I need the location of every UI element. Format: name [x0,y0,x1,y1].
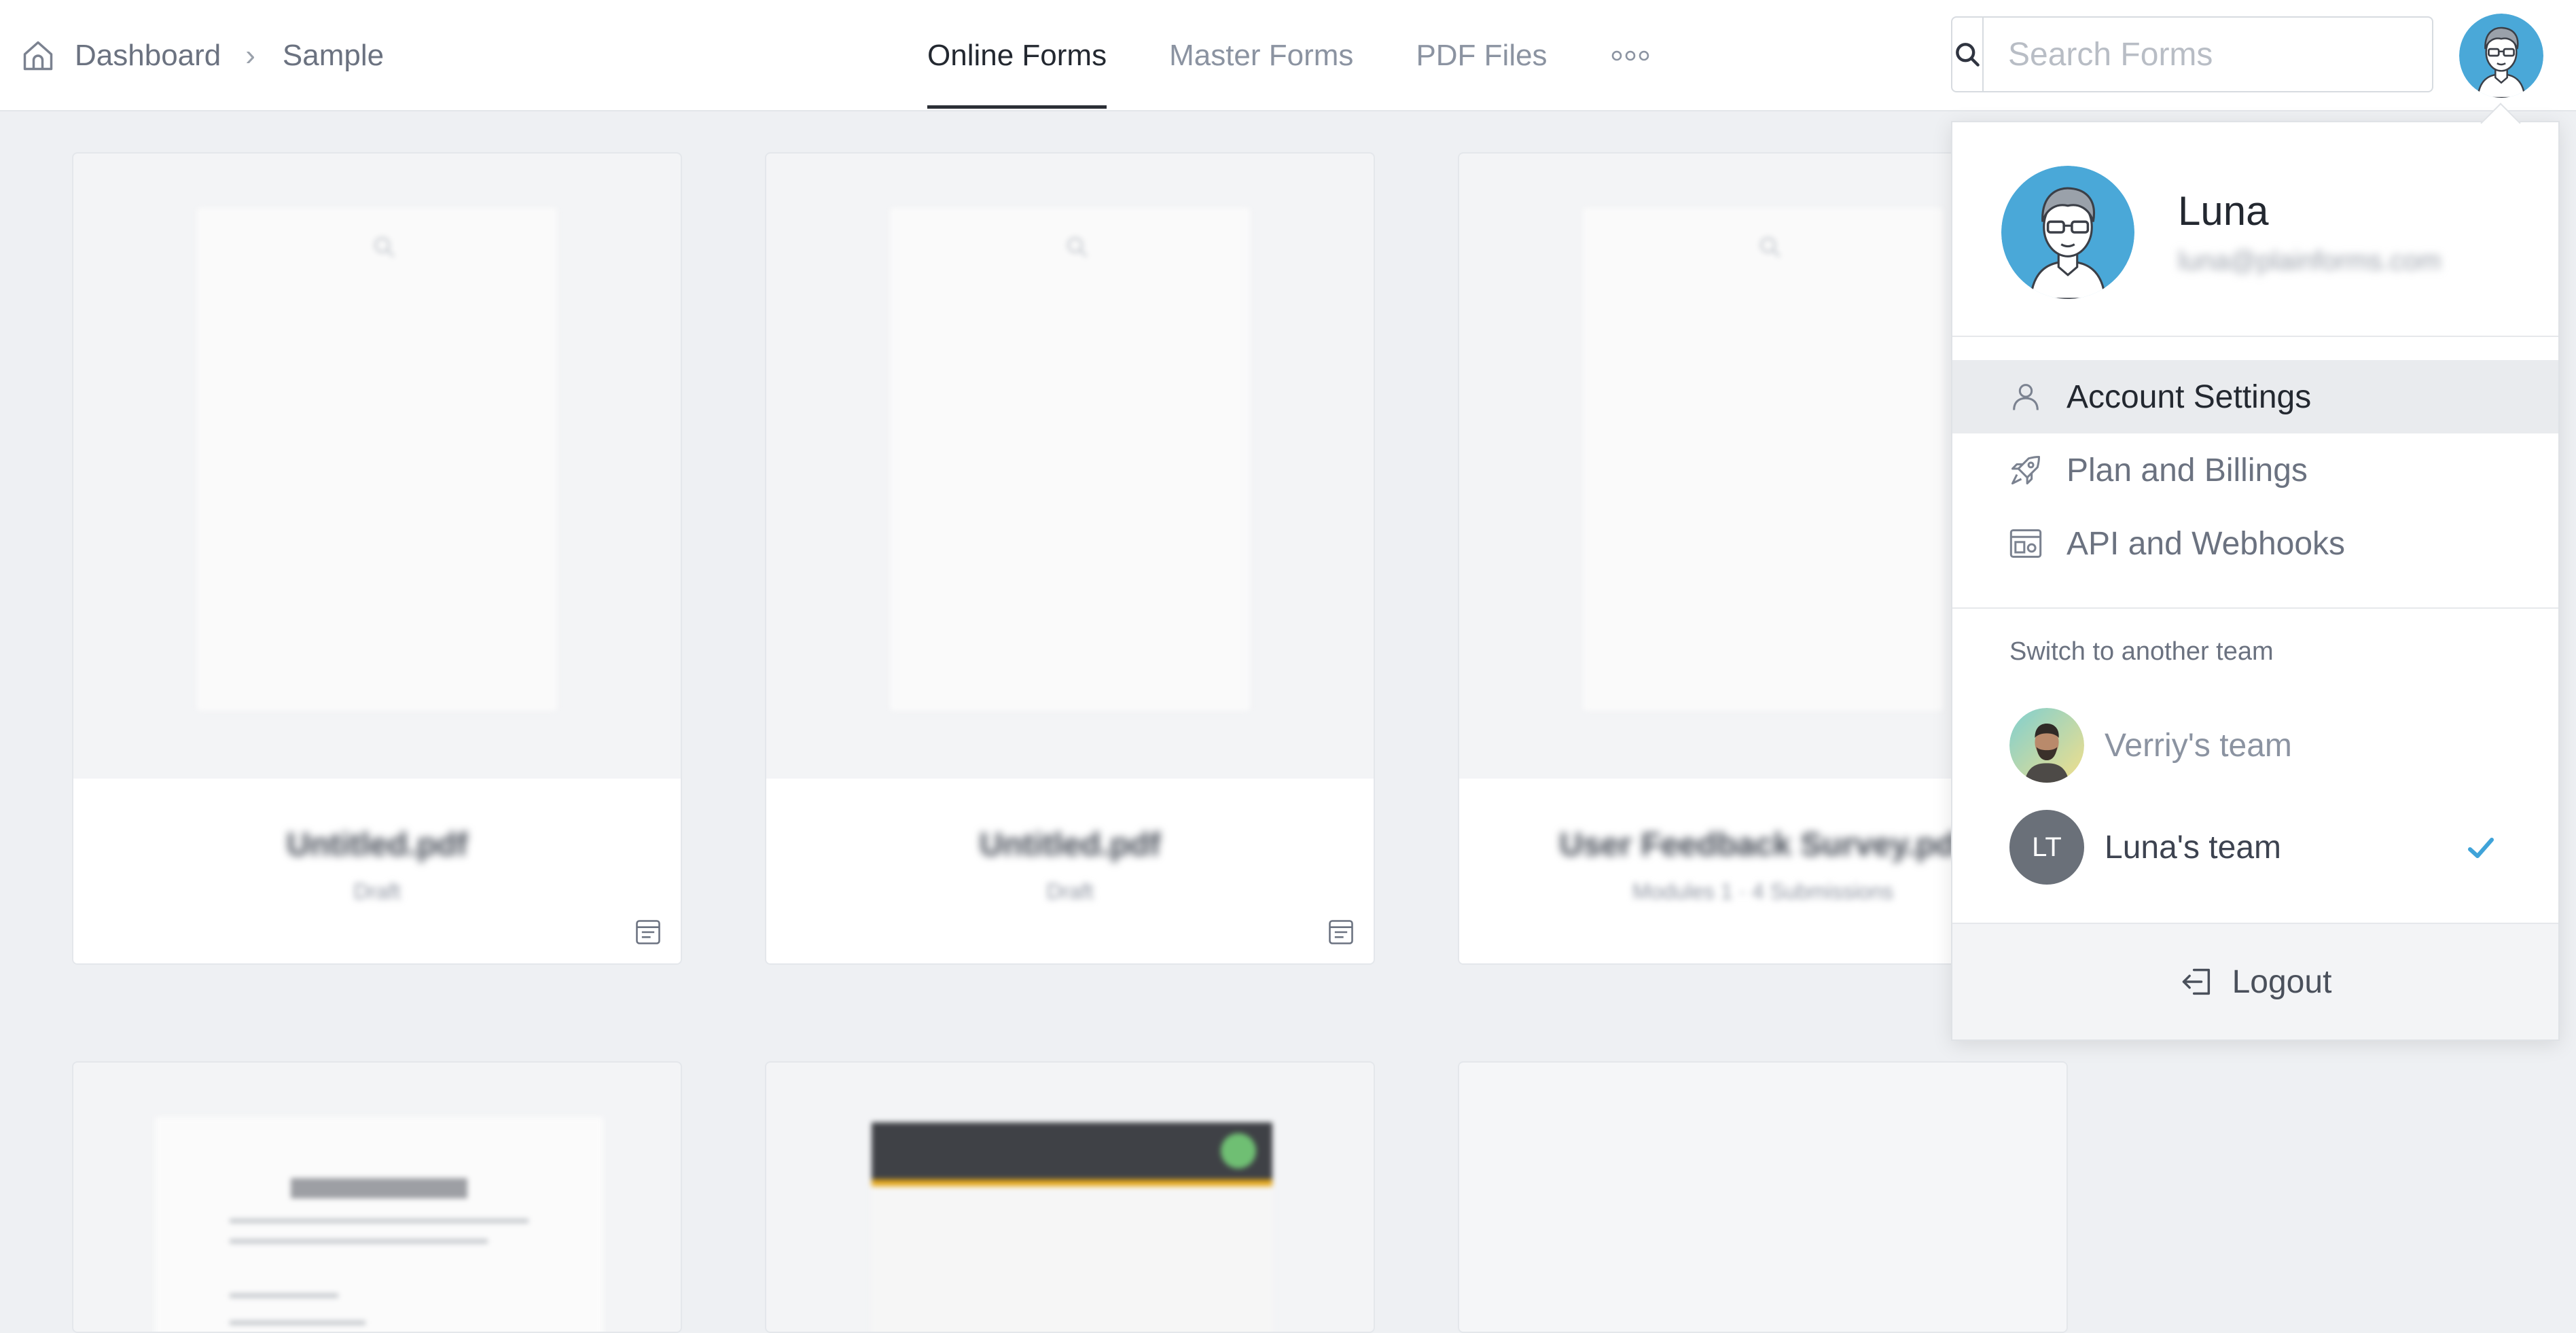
card-preview [890,208,1250,711]
user-menu: Luna luna@plainforms.com Account Setting… [1951,121,2560,1041]
card-preview [155,1117,603,1332]
breadcrumb-sample: Sample [282,39,384,72]
rocket-icon [2011,455,2041,485]
team-item-luna[interactable]: LT Luna's team [1952,803,2558,891]
tab-online-forms[interactable]: Online Forms [927,0,1107,111]
divider [1952,607,2558,609]
card-subtitle: Draft [353,879,401,904]
search-icon[interactable] [1952,18,1984,91]
more-dots-icon[interactable] [1610,0,1651,111]
divider [1952,336,2558,337]
chevron-right-icon: › [245,39,255,72]
user-icon [2013,384,2039,410]
breadcrumb-dashboard[interactable]: Dashboard [75,39,221,73]
card-footer: Untitled.pdf Draft [766,779,1374,963]
menu-item-api-webhooks[interactable]: API and Webhooks [1952,507,2558,580]
team-initials-badge: LT [2009,810,2084,885]
teams-heading: Switch to another team [2009,637,2274,666]
team-item-verriy[interactable]: Verriy's team [1952,701,2558,789]
tab-pdf-files[interactable]: PDF Files [1416,0,1547,111]
user-email: luna@plainforms.com [2178,246,2441,276]
form-card[interactable]: Untitled.pdf Draft [72,152,682,965]
form-icon[interactable] [633,917,663,947]
avatar [2459,14,2543,98]
menu-item-label: API and Webhooks [2067,525,2346,562]
team-name: Verriy's team [2105,727,2292,764]
logout-icon [2182,968,2210,995]
form-card[interactable]: Untitled.pdf Draft [765,152,1375,965]
breadcrumb: Dashboard › Sample [20,34,384,77]
team-name: Luna's team [2105,829,2281,866]
user-name: Luna [2178,188,2269,234]
card-footer: Untitled.pdf Draft [73,779,681,963]
menu-item-plan-billings[interactable]: Plan and Billings [1952,433,2558,507]
home-icon[interactable] [20,38,56,73]
menu-item-label: Plan and Billings [2067,452,2308,488]
avatar [2001,166,2134,299]
form-card[interactable] [72,1061,682,1333]
card-title: Untitled.pdf [979,827,1161,863]
user-avatar-button[interactable] [2459,14,2543,98]
logout-label: Logout [2232,963,2332,1000]
api-window-icon [2009,529,2042,558]
menu-item-account-settings[interactable]: Account Settings [1952,360,2558,433]
top-bar: Dashboard › Sample Online Forms Master F… [0,0,2576,111]
tab-master-forms[interactable]: Master Forms [1169,0,1353,111]
menu-item-label: Account Settings [2067,378,2312,415]
card-subtitle: Draft [1046,879,1094,904]
search-box [1951,16,2454,92]
card-preview [1583,208,1943,711]
logout-button[interactable]: Logout [1952,923,2558,1039]
main-tabs: Online Forms Master Forms PDF Files [927,0,1651,111]
form-card[interactable] [1458,1061,2068,1333]
card-preview [872,1122,1272,1332]
magnifier-icon [374,237,395,257]
avatar [2009,708,2084,783]
magnifier-icon [1760,237,1781,257]
form-icon[interactable] [1326,917,1356,947]
checkmark-icon [2468,838,2494,858]
card-preview [197,208,557,711]
search-input[interactable] [1984,18,2454,91]
form-card[interactable] [765,1061,1375,1333]
magnifier-icon [1067,237,1088,257]
card-title: Untitled.pdf [286,827,468,863]
